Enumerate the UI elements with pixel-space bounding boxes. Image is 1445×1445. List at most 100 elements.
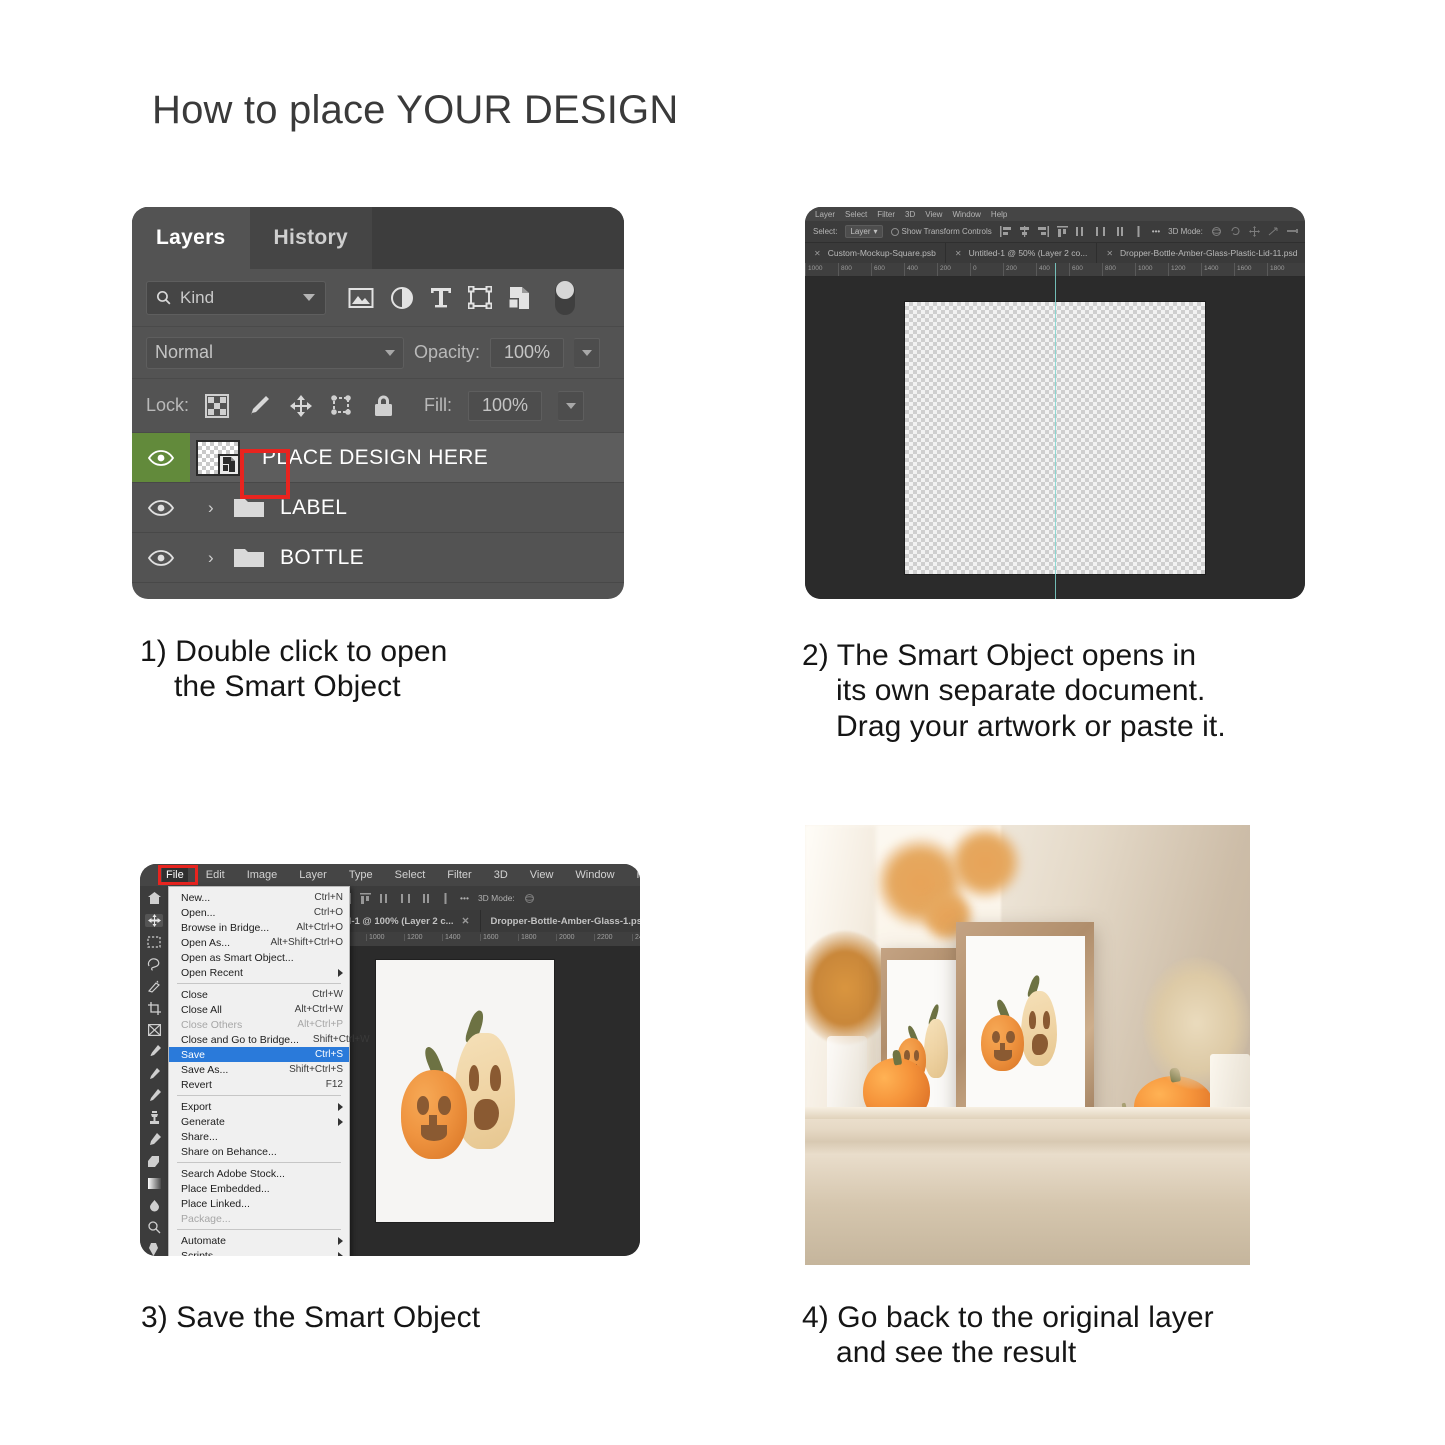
3d-slide-icon[interactable] [1268,226,1279,237]
lock-position-icon[interactable] [289,394,313,418]
brush-tool-icon[interactable] [145,1089,163,1102]
menu-item-help[interactable]: Help [991,210,1007,219]
blur-tool-icon[interactable] [145,1199,163,1212]
menu-item-new[interactable]: New... Ctrl+N [169,890,349,905]
tab-layers[interactable]: Layers [132,207,250,269]
menu-item-3d[interactable]: 3D [490,867,512,883]
filter-kind-select[interactable]: Kind [146,280,326,315]
adjustment-layer-icon[interactable] [390,286,414,310]
clone-stamp-tool-icon[interactable] [145,1111,163,1125]
menu-item-3d[interactable]: 3D [905,210,915,219]
fill-input[interactable]: 100% [468,390,543,421]
menu-item-window[interactable]: Window [952,210,980,219]
opacity-input[interactable]: 100% [490,337,565,368]
menu-item-open-as[interactable]: Open As... Alt+Shift+Ctrl+O [169,935,349,950]
menu-item-close-and-go-to-bridge[interactable]: Close and Go to Bridge... Shift+Ctrl+W [169,1032,370,1047]
menu-item-select[interactable]: Select [391,867,430,883]
type-layer-icon[interactable] [430,286,452,309]
shape-layer-icon[interactable] [468,286,492,309]
lock-transparent-pixels-icon[interactable] [205,393,230,418]
layer-visibility-toggle[interactable] [132,433,190,482]
menu-item-scripts[interactable]: Scripts [169,1248,349,1256]
home-icon[interactable] [145,892,163,905]
filter-toggle[interactable] [555,280,575,315]
crop-tool-icon[interactable] [145,1001,163,1015]
chevron-right-icon[interactable]: › [208,548,224,568]
menu-item-open[interactable]: Open... Ctrl+O [169,905,349,920]
document-tab[interactable]: Dropper-Bottle-Amber-Glass-1.psd [480,910,640,932]
file-menu-dropdown[interactable]: New... Ctrl+N Open... Ctrl+O Browse in Bri… [168,886,370,1256]
chevron-right-icon[interactable]: › [208,498,224,518]
menu-item-filter[interactable]: Filter [443,867,475,883]
close-icon[interactable]: ✕ [814,249,821,258]
menu-item-save[interactable]: Save Ctrl+S [169,1047,349,1062]
align-top-edges-icon[interactable] [1056,226,1068,237]
menu-item-revert[interactable]: Revert F12 [169,1077,349,1092]
healing-brush-tool-icon[interactable] [145,1067,163,1080]
menu-item-save-as[interactable]: Save As... Shift+Ctrl+S [169,1062,349,1077]
3d-orbit-icon[interactable] [524,893,535,904]
menu-item-select[interactable]: Select [845,210,867,219]
fill-stepper[interactable] [558,390,585,421]
menu-item-search-adobe-stock[interactable]: Search Adobe Stock... [169,1166,349,1181]
distribute-right-icon[interactable] [1114,226,1125,237]
lock-artboard-icon[interactable] [331,394,355,418]
lasso-tool-icon[interactable] [145,957,163,971]
smart-object-icon[interactable] [508,286,531,310]
align-horizontal-centers-icon[interactable] [1019,226,1030,237]
table-row[interactable]: PLACE DESIGN HERE [132,433,624,499]
distribute-center-icon[interactable] [400,893,411,904]
quick-selection-tool-icon[interactable] [145,980,163,993]
distribute-vertical-icon[interactable] [1133,226,1144,237]
tab-history[interactable]: History [249,207,372,269]
document-tab[interactable]: ✕ Custom-Mockup-Square.psb [805,243,946,263]
close-icon[interactable]: ✕ [462,916,470,927]
menu-item-share[interactable]: Share... [169,1129,349,1144]
table-row[interactable]: › LABEL [132,483,624,533]
layer-visibility-toggle[interactable] [132,533,190,582]
eyedropper-tool-icon[interactable] [145,1045,163,1058]
document-tab[interactable]: ✕ Dropper-Bottle-Amber-Glass-Plastic-Lid… [1097,243,1305,263]
distribute-left-icon[interactable] [380,893,391,904]
frame-tool-icon[interactable] [145,1023,163,1037]
3d-pan-icon[interactable] [1248,226,1260,237]
align-top-edges-icon[interactable] [360,892,371,904]
history-brush-tool-icon[interactable] [145,1133,163,1146]
rectangular-marquee-tool-icon[interactable] [145,936,163,949]
menu-item-automate[interactable]: Automate [169,1233,349,1248]
opacity-stepper[interactable] [574,337,601,368]
menu-item-browse-in-bridge[interactable]: Browse in Bridge... Alt+Ctrl+O [169,920,349,935]
layer-thumbnail[interactable] [196,439,240,476]
gradient-tool-icon[interactable] [145,1177,163,1190]
pixel-layer-icon[interactable] [348,287,374,309]
more-options-button[interactable]: ••• [460,893,469,903]
auto-select-dropdown[interactable]: Layer ▾ [845,225,883,238]
blend-mode-select[interactable]: Normal [146,336,404,369]
menu-item-place-embedded[interactable]: Place Embedded... [169,1181,349,1196]
menu-item-edit[interactable]: Edit [202,867,229,883]
eraser-tool-icon[interactable] [145,1155,163,1168]
more-options-button[interactable]: ••• [1152,227,1160,236]
menu-item-view[interactable]: View [925,210,942,219]
dodge-tool-icon[interactable] [145,1221,163,1234]
menu-item-close[interactable]: Close Ctrl+W [169,987,349,1002]
document-tab[interactable]: ✕ Untitled-1 @ 50% (Layer 2 co... [945,243,1098,263]
move-tool-icon[interactable] [145,913,163,927]
table-row[interactable]: › BOTTLE [132,533,624,583]
menu-item-place-linked[interactable]: Place Linked... [169,1196,349,1211]
3d-scale-icon[interactable] [1286,226,1298,237]
distribute-center-icon[interactable] [1095,226,1106,237]
menu-item-share-on-behance[interactable]: Share on Behance... [169,1144,349,1159]
lock-image-pixels-icon[interactable] [247,394,271,418]
3d-roll-icon[interactable] [1230,226,1241,237]
artwork-canvas[interactable] [375,959,555,1223]
menu-item-generate[interactable]: Generate [169,1114,349,1129]
distribute-left-icon[interactable] [1075,226,1087,237]
menu-item-close-all[interactable]: Close All Alt+Ctrl+W [169,1002,349,1017]
menu-item-view[interactable]: View [526,867,558,883]
menu-item-type[interactable]: Type [345,867,377,883]
menu-item-filter[interactable]: Filter [877,210,895,219]
close-icon[interactable]: ✕ [1106,249,1113,258]
close-icon[interactable]: ✕ [955,249,962,258]
menu-item-help[interactable]: Help [633,867,640,883]
